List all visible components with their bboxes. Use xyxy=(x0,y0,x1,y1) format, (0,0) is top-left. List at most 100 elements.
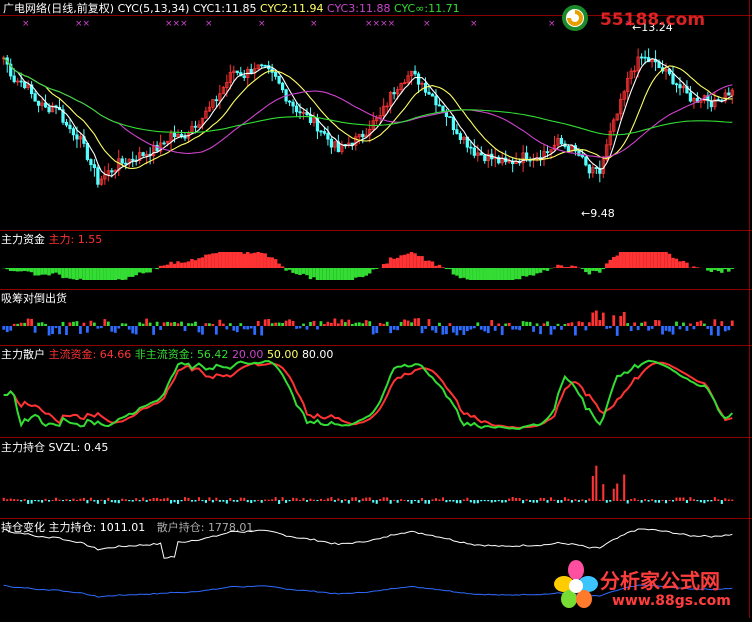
fund-bar xyxy=(61,268,64,278)
candle-down xyxy=(281,83,283,90)
accumulation-bar xyxy=(274,323,277,326)
accumulation-bar xyxy=(494,326,497,331)
svzl-bar xyxy=(323,500,325,501)
accumulation-bar xyxy=(459,326,462,330)
fund-bar xyxy=(232,252,235,268)
svzl-bar xyxy=(205,500,207,503)
svzl-bar xyxy=(463,499,465,501)
accumulation-bar xyxy=(536,323,539,326)
svzl-bar xyxy=(72,499,74,501)
svzl-bar xyxy=(163,498,165,501)
candle-down xyxy=(428,92,430,94)
accumulation-bar xyxy=(211,324,214,326)
fund-bar xyxy=(239,252,242,268)
accumulation-bar xyxy=(302,324,305,326)
accumulation-bar xyxy=(442,326,445,335)
fund-bar xyxy=(371,268,374,269)
candle-down xyxy=(728,93,730,95)
cyc1-label: CYC1: xyxy=(193,2,225,15)
fund-bar xyxy=(434,266,437,268)
accumulation-bar xyxy=(543,323,546,326)
svzl-bar xyxy=(658,500,660,503)
accumulation-bar xyxy=(110,326,113,332)
svzl-bar xyxy=(330,497,332,501)
candle-down xyxy=(295,106,297,112)
candle-down xyxy=(131,159,133,160)
fund-bar xyxy=(647,252,650,268)
watermark-brand: 分析家公式网 xyxy=(600,565,720,594)
fund-bar xyxy=(542,268,545,270)
candle-down xyxy=(320,131,322,132)
accumulation-bar xyxy=(431,326,434,330)
accumulation-bar xyxy=(490,320,493,326)
fund-bar xyxy=(246,252,249,268)
svzl-value: 0.45 xyxy=(84,441,109,454)
accumulation-bar xyxy=(382,324,385,326)
candle-down xyxy=(438,105,440,106)
fund-bar xyxy=(222,252,225,268)
fund-bar xyxy=(330,268,333,280)
fund-bar xyxy=(337,268,340,280)
signal-marker: × xyxy=(22,19,30,29)
svzl-bar xyxy=(693,499,695,501)
svzl-bar xyxy=(498,500,500,501)
svzl-bar xyxy=(302,498,304,501)
main-hold-title: 主力持仓 xyxy=(1,441,45,454)
svzl-bar xyxy=(637,500,639,501)
accumulation-bar xyxy=(278,323,281,326)
svzl-bar xyxy=(623,474,625,501)
signal-marker: × xyxy=(310,19,318,29)
accumulation-bar xyxy=(222,324,225,326)
fund-bar xyxy=(51,268,54,274)
svzl-bar xyxy=(153,498,155,501)
accumulation-bar xyxy=(693,326,696,329)
candle-down xyxy=(327,133,329,139)
accumulation-bar xyxy=(682,323,685,326)
fund-bar xyxy=(410,252,413,268)
main-retail-header: 主力散户 主流资金: 64.66 非主流资金: 56.42 20.00 50.0… xyxy=(1,348,333,361)
accumulation-bar xyxy=(246,326,249,330)
accumulation-bar xyxy=(243,326,246,329)
accumulation-bar xyxy=(619,316,622,326)
fund-bar xyxy=(54,268,57,273)
fund-bar xyxy=(500,268,503,280)
accumulation-bar xyxy=(518,326,521,330)
accumulation-bar xyxy=(710,326,713,335)
svzl-bar xyxy=(731,500,733,501)
accumulation-bar xyxy=(473,326,476,328)
svzl-bar xyxy=(20,500,22,501)
fund-bar xyxy=(678,261,681,268)
svzl-bar xyxy=(226,500,228,504)
fund-bar xyxy=(72,268,75,279)
accumulation-bar xyxy=(187,323,190,326)
svzl-bar xyxy=(627,500,629,504)
accumulation-bar xyxy=(30,319,33,326)
fund-bar xyxy=(79,268,82,279)
svzl-bar xyxy=(13,499,15,501)
accumulation-bar xyxy=(34,326,37,333)
svzl-bar xyxy=(477,500,479,503)
accumulation-bar xyxy=(124,324,127,326)
fund-bar xyxy=(615,255,618,268)
accumulation-bar xyxy=(142,324,145,326)
accumulation-bar xyxy=(466,326,469,331)
fund-bar xyxy=(12,268,15,271)
accumulation-bar xyxy=(306,326,309,330)
candle-down xyxy=(260,65,262,66)
accumulation-bar xyxy=(354,323,357,326)
accumulation-bar xyxy=(103,319,106,326)
accumulation-bar xyxy=(637,326,640,330)
accumulation-bar xyxy=(337,323,340,326)
candle-down xyxy=(142,153,144,156)
accumulation-bar xyxy=(675,322,678,326)
accumulation-bar xyxy=(215,326,218,335)
accumulation-bar xyxy=(647,326,650,331)
fund-bar xyxy=(375,268,378,269)
svzl-bar xyxy=(386,497,388,501)
accumulation-bar xyxy=(379,323,382,326)
accumulation-bar xyxy=(121,323,124,326)
candle-down xyxy=(435,96,437,105)
fund-bar xyxy=(706,268,709,271)
fund-bar xyxy=(284,268,287,271)
fund-bar xyxy=(201,257,204,268)
